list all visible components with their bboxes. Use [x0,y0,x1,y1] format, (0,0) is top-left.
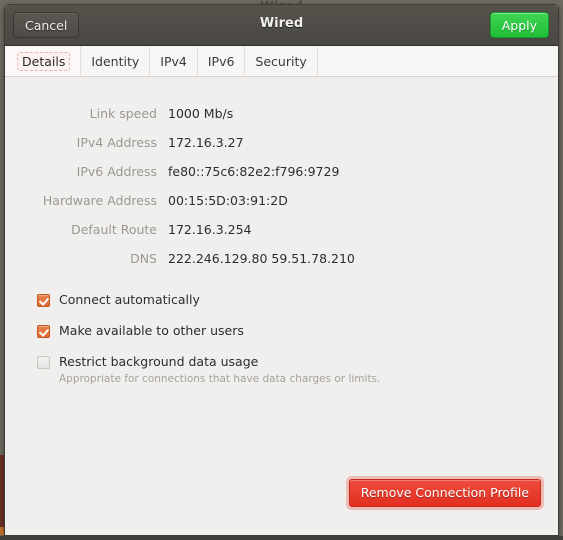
link-speed-label: Link speed [89,106,157,121]
tab-details[interactable]: Details [7,46,82,76]
window-bottom-edge [0,536,563,540]
tab-details-label: Details [17,51,71,71]
options-group: Connect automatically Make available to … [37,293,558,385]
ipv4-address-label: IPv4 Address [76,135,157,150]
tab-bar: Details Identity IPv4 IPv6 Security [5,46,558,77]
apply-button[interactable]: Apply [489,12,549,38]
remove-profile-area: Remove Connection Profile [348,479,541,507]
restrict-background-description: Appropriate for connections that have da… [59,373,381,385]
tab-identity[interactable]: Identity [81,46,151,76]
tab-identity-label: Identity [91,53,140,69]
link-speed-value: 1000 Mb/s [168,106,234,121]
dns-label: DNS [130,251,157,266]
connection-details-table: Link speed 1000 Mb/s IPv4 Address 172.16… [5,99,355,273]
table-row: Link speed 1000 Mb/s [5,99,355,128]
ipv6-address-label: IPv6 Address [76,164,157,179]
dns-value: 222.246.129.80 59.51.78.210 [168,251,355,266]
restrict-background-label: Restrict background data usage [59,354,259,369]
connection-editor-dialog: Cancel Wired Apply Details Identity IPv4… [4,4,559,536]
tab-security[interactable]: Security [245,46,318,76]
option-make-available-other-users[interactable]: Make available to other users [37,324,558,338]
connect-automatically-label: Connect automatically [59,292,200,307]
ipv6-address-value: fe80::75c6:82e2:f796:9729 [168,164,340,179]
dialog-title: Wired [259,16,304,31]
default-route-value: 172.16.3.254 [168,222,252,237]
tab-ipv4[interactable]: IPv4 [150,46,198,76]
tab-ipv6[interactable]: IPv6 [197,46,246,76]
table-row: Default Route 172.16.3.254 [5,215,355,244]
details-pane: Link speed 1000 Mb/s IPv4 Address 172.16… [5,77,558,535]
remove-connection-profile-button[interactable]: Remove Connection Profile [348,479,541,507]
make-available-label: Make available to other users [59,323,244,338]
default-route-label: Default Route [71,222,157,237]
table-row: IPv6 Address fe80::75c6:82e2:f796:9729 [5,157,355,186]
checkbox-unchecked-icon[interactable] [37,356,50,369]
checkbox-checked-icon[interactable] [37,325,50,338]
option-connect-automatically[interactable]: Connect automatically [37,293,558,307]
tab-security-label: Security [255,53,307,69]
hardware-address-label: Hardware Address [42,193,157,208]
hardware-address-value: 00:15:5D:03:91:2D [168,193,288,208]
table-row: Hardware Address 00:15:5D:03:91:2D [5,186,355,215]
tab-ipv4-label: IPv4 [160,53,187,69]
table-row: IPv4 Address 172.16.3.27 [5,128,355,157]
checkbox-checked-icon[interactable] [37,294,50,307]
option-restrict-background-data[interactable]: Restrict background data usage Appropria… [37,355,558,385]
ipv4-address-value: 172.16.3.27 [168,135,244,150]
table-row: DNS 222.246.129.80 59.51.78.210 [5,244,355,273]
dialog-header-bar: Cancel Wired Apply [5,5,558,46]
tab-ipv6-label: IPv6 [207,53,235,69]
tab-bar-filler [317,46,558,76]
